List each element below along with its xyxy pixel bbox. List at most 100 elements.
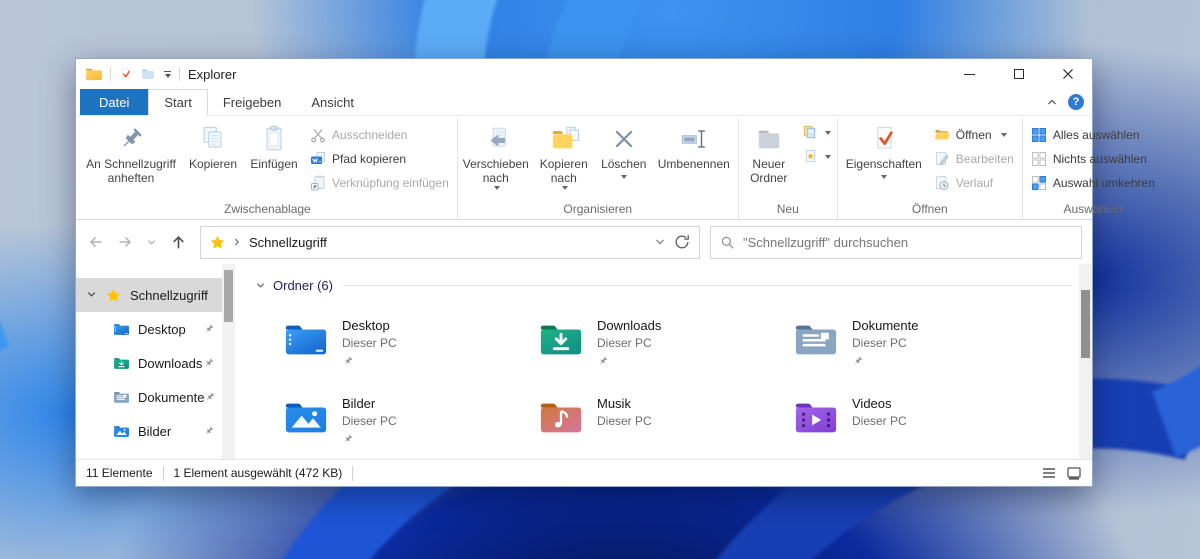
collapse-group-chevron-icon[interactable] bbox=[255, 280, 266, 291]
folder-tile-downloads[interactable]: Downloads Dieser PC bbox=[538, 317, 793, 391]
folder-location: Dieser PC bbox=[597, 414, 652, 428]
copy-path-button[interactable]: Pfad kopieren bbox=[310, 150, 449, 167]
navigation-bar: Schnellzugriff bbox=[76, 220, 1092, 264]
properties-quick-icon[interactable] bbox=[118, 67, 133, 82]
folder-tile-documents[interactable]: Dokumente Dieser PC bbox=[793, 317, 1048, 391]
back-button[interactable] bbox=[88, 234, 104, 250]
move-to-button[interactable]: Verschieben nach bbox=[460, 118, 532, 190]
help-button[interactable]: ? bbox=[1068, 94, 1084, 110]
close-button[interactable] bbox=[1043, 59, 1092, 89]
delete-button[interactable]: Löschen bbox=[596, 118, 652, 179]
minimize-icon bbox=[964, 73, 975, 75]
copy-to-icon bbox=[549, 124, 579, 154]
folder-downloads-icon bbox=[113, 356, 130, 371]
customize-quick-access-dropdown[interactable] bbox=[163, 70, 172, 78]
scissors-icon bbox=[310, 127, 326, 143]
edit-button[interactable]: Bearbeiten bbox=[934, 150, 1014, 167]
folder-tile-music[interactable]: Musik Dieser PC bbox=[538, 395, 793, 469]
tab-start[interactable]: Start bbox=[148, 89, 208, 116]
folder-name: Downloads bbox=[597, 318, 662, 333]
folder-pictures-icon bbox=[113, 424, 130, 439]
select-group-label: Auswählen bbox=[1063, 202, 1123, 216]
pin-to-quick-access-label: An Schnellzugriff anheften bbox=[86, 157, 176, 185]
ribbon-group-organize: Verschieben nach Kopieren nach Löschen U… bbox=[458, 118, 739, 219]
window-controls bbox=[945, 59, 1092, 89]
move-to-label: Verschieben nach bbox=[462, 157, 529, 185]
address-bar[interactable]: Schnellzugriff bbox=[200, 225, 700, 259]
tab-file[interactable]: Datei bbox=[80, 89, 149, 115]
large-icons-view-icon[interactable] bbox=[1066, 465, 1082, 481]
folder-name: Desktop bbox=[342, 318, 390, 333]
pin-to-quick-access-button[interactable]: An Schnellzugriff anheften bbox=[80, 118, 182, 186]
invert-selection-button[interactable]: Auswahl umkehren bbox=[1031, 174, 1155, 191]
folder-tile-desktop[interactable]: Desktop Dieser PC bbox=[283, 317, 538, 391]
up-button[interactable] bbox=[170, 234, 187, 251]
copy-path-label: Pfad kopieren bbox=[332, 151, 407, 166]
dropdown-caret-icon bbox=[1000, 132, 1007, 137]
open-group-label: Öffnen bbox=[911, 202, 948, 216]
sidebar-scrollbar[interactable] bbox=[222, 264, 235, 459]
copy-to-label: Kopieren nach bbox=[539, 157, 588, 185]
new-folder-button[interactable]: Neuer Ordner bbox=[741, 118, 797, 186]
paste-shortcut-button[interactable]: Verknüpfung einfügen bbox=[310, 174, 449, 191]
new-item-button[interactable] bbox=[803, 125, 831, 140]
folder-name: Musik bbox=[597, 396, 631, 411]
sidebar-item-pictures[interactable]: Bilder bbox=[76, 414, 222, 448]
sidebar-item-downloads[interactable]: Downloads bbox=[76, 346, 222, 380]
delete-label: Löschen bbox=[601, 157, 647, 171]
easy-access-button[interactable] bbox=[803, 149, 831, 164]
sidebar-scrollbar-thumb[interactable] bbox=[224, 270, 233, 322]
folder-documents-icon bbox=[793, 320, 839, 360]
cut-label: Ausschneiden bbox=[332, 127, 408, 142]
pin-icon bbox=[597, 355, 609, 367]
folder-location: Dieser PC bbox=[597, 336, 652, 350]
breadcrumb-location[interactable]: Schnellzugriff bbox=[249, 235, 327, 250]
recent-locations-chevron-icon[interactable] bbox=[146, 237, 157, 248]
folder-tile-pictures[interactable]: Bilder Dieser PC bbox=[283, 395, 538, 469]
group-header[interactable]: Ordner (6) bbox=[255, 278, 1079, 293]
sidebar-item-documents[interactable]: Dokumente bbox=[76, 380, 222, 414]
ribbon-group-select: Alles auswählen Nichts auswählen Auswahl… bbox=[1023, 118, 1163, 219]
rename-label: Umbenennen bbox=[657, 157, 730, 171]
address-dropdown-chevron-icon[interactable] bbox=[654, 236, 666, 248]
new-folder-quick-icon[interactable] bbox=[140, 66, 156, 82]
properties-button[interactable]: Eigenschaften bbox=[840, 118, 928, 179]
search-icon bbox=[720, 235, 735, 250]
paste-button[interactable]: Einfügen bbox=[244, 118, 304, 172]
select-all-button[interactable]: Alles auswählen bbox=[1031, 126, 1155, 143]
sidebar-item-desktop[interactable]: Desktop bbox=[76, 312, 222, 346]
expand-chevron-icon[interactable] bbox=[86, 289, 97, 300]
details-view-icon[interactable] bbox=[1041, 465, 1057, 481]
sidebar-item-quick-access[interactable]: Schnellzugriff bbox=[76, 278, 222, 312]
tab-view[interactable]: Ansicht bbox=[296, 89, 369, 115]
paste-shortcut-icon bbox=[310, 175, 326, 191]
rename-button[interactable]: Umbenennen bbox=[652, 118, 736, 172]
copy-to-button[interactable]: Kopieren nach bbox=[532, 118, 596, 190]
explorer-window: Explorer Datei Start Freigeben Ansicht ?… bbox=[75, 58, 1155, 487]
content-scrollbar[interactable] bbox=[1079, 264, 1092, 459]
cut-button[interactable]: Ausschneiden bbox=[310, 126, 449, 143]
collapse-ribbon-chevron-icon[interactable] bbox=[1046, 96, 1058, 108]
folder-name: Bilder bbox=[342, 396, 376, 411]
group-header-rule bbox=[342, 285, 1073, 286]
search-box[interactable] bbox=[710, 225, 1082, 259]
open-button[interactable]: Öffnen bbox=[934, 126, 1014, 143]
select-all-icon bbox=[1031, 127, 1047, 143]
minimize-button[interactable] bbox=[945, 59, 994, 89]
folder-tile-videos[interactable]: Videos Dieser PC bbox=[793, 395, 1048, 469]
pin-icon bbox=[204, 391, 216, 403]
tab-share[interactable]: Freigeben bbox=[208, 89, 297, 115]
move-to-icon bbox=[481, 124, 511, 154]
history-button[interactable]: Verlauf bbox=[934, 174, 1014, 191]
copy-button[interactable]: Kopieren bbox=[182, 118, 244, 172]
folder-downloads-icon bbox=[538, 320, 584, 360]
breadcrumb-chevron-icon[interactable] bbox=[232, 237, 242, 247]
search-input[interactable] bbox=[743, 234, 1072, 250]
select-none-button[interactable]: Nichts auswählen bbox=[1031, 150, 1155, 167]
content-scrollbar-thumb[interactable] bbox=[1081, 290, 1090, 358]
refresh-icon[interactable] bbox=[673, 233, 691, 251]
maximize-button[interactable] bbox=[994, 59, 1043, 89]
copy-icon bbox=[198, 124, 228, 154]
new-folder-icon bbox=[754, 124, 784, 154]
forward-button[interactable] bbox=[117, 234, 133, 250]
